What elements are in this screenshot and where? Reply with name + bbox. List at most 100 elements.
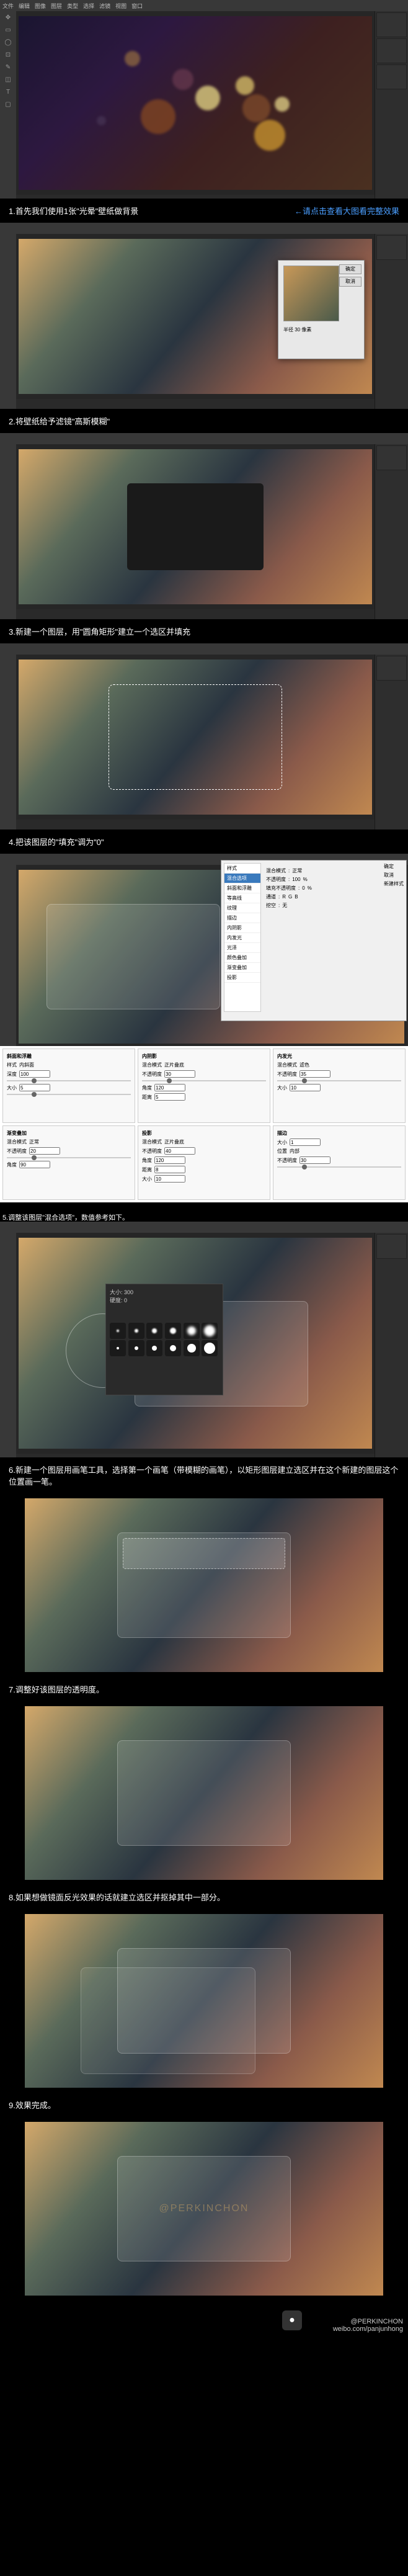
cat-item[interactable]: 内阴影	[224, 923, 260, 933]
brush-preset[interactable]	[128, 1340, 144, 1356]
cat-item[interactable]: 等高线	[224, 893, 260, 903]
val[interactable]: 正片叠底	[164, 1062, 184, 1068]
fill-value[interactable]: 0	[302, 885, 304, 891]
cat-item[interactable]: 纹理	[224, 903, 260, 913]
brush-preset[interactable]	[184, 1340, 200, 1356]
menu-item[interactable]: 滤镜	[99, 2, 110, 10]
size-input[interactable]	[19, 1084, 50, 1091]
brush-size-value[interactable]: 300	[124, 1289, 133, 1295]
depth-input[interactable]	[19, 1070, 50, 1078]
color-panel[interactable]	[376, 12, 407, 37]
val[interactable]: 内部	[290, 1148, 299, 1155]
history-panel[interactable]	[376, 65, 407, 89]
layers-panel[interactable]	[376, 445, 407, 470]
angle-input[interactable]	[19, 1161, 50, 1168]
size-input[interactable]	[154, 1175, 185, 1183]
layers-panel[interactable]	[376, 1234, 407, 1259]
cat-item[interactable]: 投影	[224, 973, 260, 983]
shape-tool[interactable]: ▢	[0, 98, 16, 110]
val[interactable]: 滤色	[299, 1062, 309, 1068]
step7-result	[25, 1706, 383, 1880]
channels-label: 通道	[266, 893, 276, 900]
brush-preset[interactable]	[202, 1340, 218, 1356]
blend-mode-value[interactable]: 正常	[292, 867, 302, 874]
radius-value[interactable]: 30	[295, 327, 300, 333]
brush-preset[interactable]	[110, 1340, 126, 1356]
cat-item[interactable]: 描边	[224, 913, 260, 923]
slider[interactable]	[7, 1080, 131, 1081]
cancel-button[interactable]: 取消	[384, 872, 404, 879]
slider[interactable]	[142, 1080, 266, 1081]
ok-button[interactable]: 确定	[384, 863, 404, 870]
layers-panel[interactable]	[376, 38, 407, 63]
layers-panel[interactable]	[376, 656, 407, 681]
glass-rect[interactable]	[47, 904, 220, 1009]
menu-item[interactable]: 文件	[2, 2, 14, 10]
opacity-value[interactable]: 100	[292, 877, 300, 882]
knockout-value[interactable]: 无	[282, 902, 287, 909]
ch-r[interactable]: R	[282, 894, 286, 900]
angle-input[interactable]	[154, 1156, 185, 1164]
slider[interactable]	[7, 1094, 131, 1095]
dist-input[interactable]	[154, 1166, 185, 1173]
menu-item[interactable]: 选择	[83, 2, 94, 10]
val[interactable]: 正常	[29, 1138, 39, 1145]
size-input[interactable]	[290, 1084, 321, 1091]
angle-input[interactable]	[154, 1084, 185, 1091]
cat-item[interactable]: 渐变叠加	[224, 963, 260, 973]
brush-preset[interactable]	[184, 1323, 200, 1339]
lasso-tool[interactable]: ◯	[0, 36, 16, 48]
slider[interactable]	[7, 1157, 131, 1158]
size-input[interactable]	[290, 1138, 321, 1146]
menu-item[interactable]: 类型	[67, 2, 78, 10]
drop-shadow-panel: 投影 混合模式 正片叠底 不透明度 角度 距离 大小	[138, 1125, 270, 1200]
brush-preset[interactable]	[165, 1340, 181, 1356]
eraser-tool[interactable]: ◫	[0, 73, 16, 86]
brush-preset[interactable]	[146, 1323, 162, 1339]
brush-preset[interactable]	[146, 1340, 162, 1356]
brush-tool[interactable]: ✎	[0, 61, 16, 73]
cat-item[interactable]: 内发光	[224, 933, 260, 943]
new-style-button[interactable]: 新建样式	[384, 880, 404, 887]
brush-preset[interactable]	[202, 1323, 218, 1339]
layers-panel[interactable]	[376, 235, 407, 260]
ch-g[interactable]: G	[288, 894, 292, 900]
opacity-input[interactable]	[164, 1147, 195, 1155]
menu-item[interactable]: 图像	[35, 2, 46, 10]
opacity-input[interactable]	[299, 1156, 330, 1164]
opacity-input[interactable]	[164, 1070, 195, 1078]
step1-note[interactable]: ←请点击查看大图看完整效果	[286, 199, 408, 223]
opacity-input[interactable]	[29, 1147, 60, 1155]
canvas-area[interactable]	[16, 655, 375, 820]
cat-item[interactable]: 斜面和浮雕	[224, 883, 260, 893]
slider[interactable]	[277, 1080, 401, 1081]
menu-item[interactable]: 窗口	[131, 2, 143, 10]
marquee-tool[interactable]: ▭	[0, 24, 16, 36]
text-tool[interactable]: T	[0, 86, 16, 98]
menu-item[interactable]: 视图	[115, 2, 126, 10]
brush-preset[interactable]	[165, 1323, 181, 1339]
dist-input[interactable]	[154, 1093, 185, 1101]
cancel-button[interactable]: 取消	[339, 277, 361, 287]
crop-tool[interactable]: ⊡	[0, 48, 16, 61]
cat-item[interactable]: 光泽	[224, 943, 260, 953]
slider[interactable]	[277, 1166, 401, 1168]
selection-outline[interactable]	[109, 684, 282, 790]
move-tool[interactable]: ✥	[0, 11, 16, 24]
menu-item[interactable]: 图层	[51, 2, 62, 10]
filled-rounded-rect[interactable]	[127, 483, 264, 570]
cat-item[interactable]: 样式	[224, 864, 260, 874]
canvas-area[interactable]	[16, 444, 375, 609]
menu-item[interactable]: 编辑	[19, 2, 30, 10]
cat-item[interactable]: 颜色叠加	[224, 953, 260, 963]
ok-button[interactable]: 确定	[339, 264, 361, 274]
opacity-input[interactable]	[299, 1070, 330, 1078]
cat-item-selected[interactable]: 混合选项	[224, 874, 260, 883]
brush-hardness-value[interactable]: 0	[124, 1297, 127, 1304]
ch-b[interactable]: B	[295, 894, 298, 900]
val[interactable]: 正片叠底	[164, 1138, 184, 1145]
val[interactable]: 内斜面	[19, 1062, 34, 1068]
brush-preset[interactable]	[128, 1323, 144, 1339]
brush-preset[interactable]	[110, 1323, 126, 1339]
canvas-area[interactable]	[16, 11, 375, 195]
